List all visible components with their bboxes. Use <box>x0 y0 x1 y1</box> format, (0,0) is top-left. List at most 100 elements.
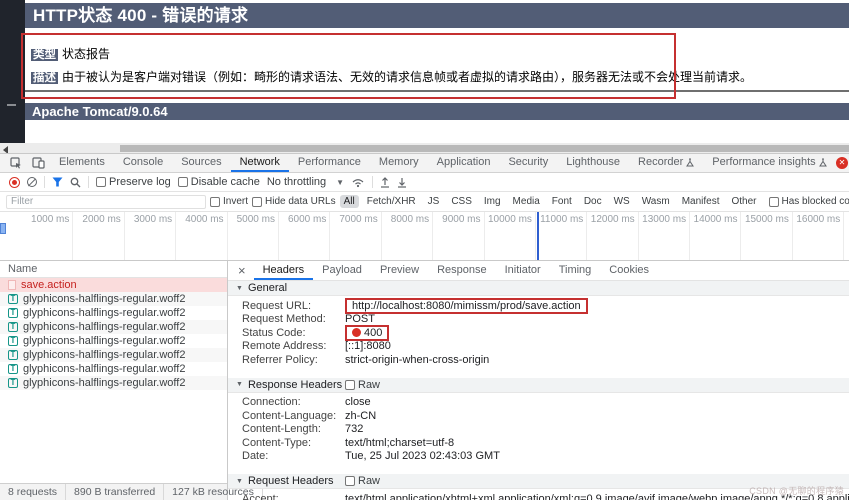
header-value: strict-origin-when-cross-origin <box>345 354 489 366</box>
resource-type-filter[interactable]: Font <box>548 195 576 208</box>
raw-label: Raw <box>358 475 380 487</box>
response-headers-header[interactable]: ▼ Response Headers Raw <box>228 378 849 393</box>
resource-type-filter[interactable]: Fetch/XHR <box>363 195 420 208</box>
devtools-tab[interactable]: Lighthouse <box>557 154 629 172</box>
export-har-icon[interactable] <box>397 177 407 188</box>
devtools-tab[interactable]: Sources <box>172 154 230 172</box>
header-value: zh-CN <box>345 410 376 422</box>
header-value-wrap: http://localhost:8080/mimissm/prod/save.… <box>345 298 588 314</box>
timeline-tick-label: 15000 ms <box>741 212 792 260</box>
header-value: [::1]:8080 <box>345 340 391 352</box>
resource-type-filter[interactable]: Manifest <box>678 195 724 208</box>
request-row[interactable]: glyphicons-halflings-regular.woff2 <box>0 376 227 390</box>
header-kv-row: Remote Address: [::1]:8080 <box>228 340 849 354</box>
network-conditions-icon[interactable] <box>351 177 365 188</box>
checkbox-icon[interactable] <box>345 476 355 486</box>
checkbox-icon[interactable] <box>178 177 188 187</box>
timeline-tick-label: 7000 ms <box>330 212 381 260</box>
resource-type-filter[interactable]: CSS <box>447 195 476 208</box>
resource-type-filter[interactable]: WS <box>610 195 634 208</box>
devtools-tab-label: Memory <box>379 156 419 168</box>
detail-tab[interactable]: Preview <box>371 261 428 280</box>
inspect-element-icon[interactable] <box>5 154 27 172</box>
detail-tab-label: Headers <box>263 264 305 276</box>
import-har-icon[interactable] <box>380 177 390 188</box>
preserve-log-checkbox[interactable]: Preserve log <box>96 176 171 188</box>
detail-tab[interactable]: Initiator <box>496 261 550 280</box>
status-dot-icon <box>352 328 361 337</box>
devtools-tab-label: Performance <box>298 156 361 168</box>
devtools-tab[interactable]: Performance <box>289 154 370 172</box>
request-row[interactable]: glyphicons-halflings-regular.woff2 <box>0 334 227 348</box>
request-row[interactable]: glyphicons-halflings-regular.woff2 <box>0 362 227 376</box>
request-row[interactable]: glyphicons-halflings-regular.woff2 <box>0 292 227 306</box>
request-details-panel: × Headers Payload Preview <box>228 261 849 500</box>
devtools-tab[interactable]: Recorder <box>629 154 703 172</box>
network-overview-timeline[interactable]: 1000 ms2000 ms3000 ms4000 ms5000 ms6000 … <box>0 212 849 261</box>
detail-tab[interactable]: Cookies <box>600 261 658 280</box>
device-toolbar-icon[interactable] <box>27 154 50 172</box>
search-icon[interactable] <box>70 177 81 188</box>
devtools-panel: Elements Console Sources Network <box>0 153 849 500</box>
font-resource-icon <box>8 364 18 374</box>
chevron-down-icon: ▼ <box>336 178 344 187</box>
header-kv-row: Content-Length: 732 <box>228 423 849 437</box>
disable-cache-checkbox[interactable]: Disable cache <box>178 176 260 188</box>
devtools-tab[interactable]: Elements <box>50 154 114 172</box>
raw-toggle[interactable]: Raw <box>345 379 380 391</box>
header-kv-row: Content-Type: text/html;charset=utf-8 <box>228 436 849 450</box>
resource-type-filter[interactable]: Img <box>480 195 505 208</box>
detail-tab[interactable]: Payload <box>313 261 371 280</box>
general-section-header[interactable]: ▼ General <box>228 281 849 296</box>
clear-network-log-icon[interactable] <box>27 177 37 187</box>
detail-tab[interactable]: Headers <box>254 261 314 280</box>
filter-funnel-icon[interactable] <box>52 177 63 187</box>
header-name: Status Code: <box>242 327 345 339</box>
error-count-badge[interactable]: ✕ <box>836 157 848 169</box>
hide-data-urls-label: Hide data URLs <box>265 196 336 207</box>
devtools-tab[interactable]: Security <box>499 154 557 172</box>
header-value: 732 <box>345 423 363 435</box>
resource-type-filter[interactable]: All <box>340 195 359 208</box>
resource-type-filter[interactable]: Other <box>727 195 760 208</box>
header-name: Content-Language: <box>242 410 345 422</box>
resource-type-filter[interactable]: Media <box>509 195 544 208</box>
filter-option-checkbox[interactable]: Has blocked cookies <box>769 196 849 207</box>
devtools-tab[interactable]: Performance insights <box>703 154 835 172</box>
resource-type-filter[interactable]: JS <box>424 195 444 208</box>
record-network-log-icon[interactable] <box>9 177 20 188</box>
throttling-dropdown[interactable]: No throttling ▼ <box>267 176 344 188</box>
invert-checkbox[interactable]: Invert <box>210 196 248 207</box>
close-icon[interactable]: × <box>230 261 254 280</box>
devtools-tab[interactable]: Console <box>114 154 172 172</box>
hide-data-urls-checkbox[interactable]: Hide data URLs <box>252 196 336 207</box>
checkbox-icon[interactable] <box>345 380 355 390</box>
filter-input[interactable] <box>6 195 206 209</box>
divider <box>372 176 373 188</box>
detail-tab[interactable]: Response <box>428 261 496 280</box>
page-title: HTTP状态 400 - 错误的请求 <box>25 3 849 28</box>
checkbox-icon[interactable] <box>96 177 106 187</box>
checkbox-icon[interactable] <box>210 197 220 207</box>
devtools-tab[interactable]: Memory <box>370 154 428 172</box>
request-row[interactable]: glyphicons-halflings-regular.woff2 <box>0 348 227 362</box>
name-column-header[interactable]: Name <box>0 261 227 278</box>
request-row[interactable]: save.action <box>0 278 227 292</box>
request-row[interactable]: glyphicons-halflings-regular.woff2 <box>0 306 227 320</box>
devtools-tab[interactable]: Network <box>231 154 289 172</box>
header-value-wrap: 400 <box>345 325 389 341</box>
header-name: Request URL: <box>242 300 345 312</box>
detail-tab[interactable]: Timing <box>550 261 601 280</box>
resource-type-filter[interactable]: Wasm <box>638 195 674 208</box>
headers-detail-body: ▼ General Request URL: http://localhost:… <box>228 281 849 500</box>
header-value-wrap: [::1]:8080 <box>345 340 391 352</box>
experiment-flask-icon <box>686 158 694 167</box>
devtools-tab[interactable]: Application <box>428 154 500 172</box>
scrollbar-thumb[interactable] <box>120 145 849 152</box>
resource-type-filter[interactable]: Doc <box>580 195 606 208</box>
checkbox-icon[interactable] <box>769 197 779 207</box>
checkbox-icon[interactable] <box>252 197 262 207</box>
header-name: Connection: <box>242 396 345 408</box>
raw-toggle[interactable]: Raw <box>345 475 380 487</box>
request-row[interactable]: glyphicons-halflings-regular.woff2 <box>0 320 227 334</box>
